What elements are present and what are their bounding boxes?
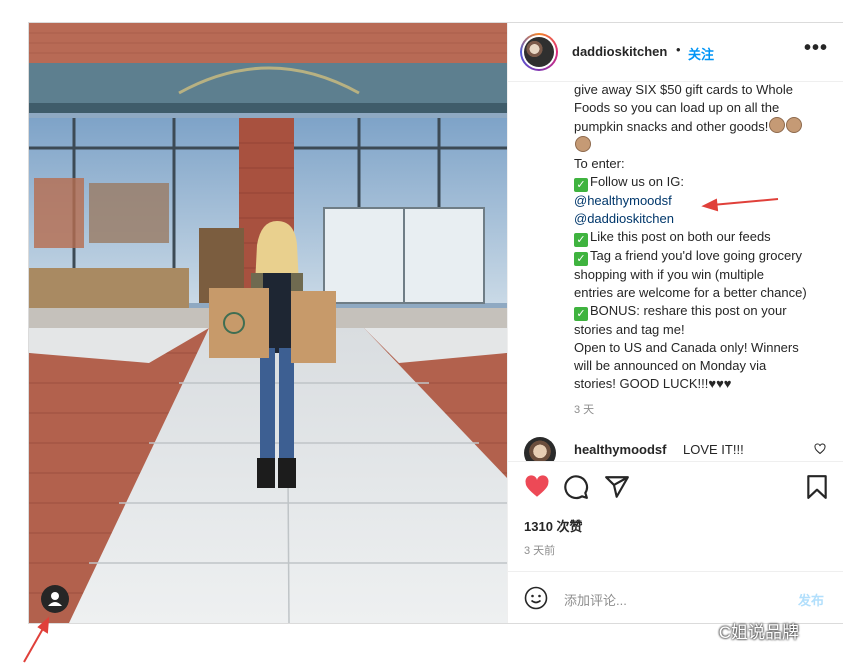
caption-line: shopping with if you win (multiple	[574, 267, 765, 282]
caption-line: ✓ Like this post on both our feeds	[574, 228, 836, 247]
check-mark-icon: ✓	[574, 252, 588, 266]
post-photo[interactable]	[29, 23, 507, 623]
instagram-post: daddioskitchen • 关注 ••• give away SIX $5…	[28, 22, 843, 624]
heart-icon[interactable]	[524, 474, 550, 500]
caption-line: will be announced on Monday via	[574, 358, 767, 373]
separator-dot: •	[676, 42, 681, 57]
post-username[interactable]: daddioskitchen	[572, 44, 667, 59]
comment-input[interactable]: 添加评论...	[564, 590, 627, 609]
follow-button[interactable]: 关注	[688, 44, 714, 63]
post-side-panel: daddioskitchen • 关注 ••• give away SIX $5…	[507, 23, 843, 623]
post-timestamp[interactable]: 3 天前	[524, 542, 555, 558]
comment-like-icon[interactable]	[814, 443, 826, 455]
caption-line: pumpkin snacks and other goods!	[574, 117, 836, 136]
caption-line: Foods so you can load up on all the	[574, 100, 780, 115]
mention-link[interactable]: @daddioskitchen	[574, 210, 836, 228]
caption-line	[574, 136, 836, 155]
more-options-icon[interactable]: •••	[804, 37, 828, 60]
watermark: C姐说品牌	[690, 618, 799, 643]
caption-timestamp: 3 天	[574, 404, 595, 416]
caption-line: give away SIX $50 gift cards to Whole	[574, 82, 793, 97]
check-mark-icon: ✓	[574, 233, 588, 247]
caption-line: ✓ BONUS: reshare this post on your	[574, 302, 836, 321]
clap-emoji-icon	[769, 117, 786, 133]
caption-line: stories and tag me!	[574, 322, 685, 337]
comment-bar: 添加评论... 发布	[508, 571, 843, 624]
share-icon[interactable]	[604, 474, 630, 500]
avatar[interactable]	[520, 33, 558, 71]
storefront-photo	[29, 23, 507, 623]
comment-icon[interactable]	[563, 474, 589, 500]
caption-line: entries are welcome for a better chance)	[574, 285, 807, 300]
mention-link[interactable]: @healthymoodsf	[574, 192, 836, 210]
caption-line: To enter:	[574, 156, 625, 171]
caption-line: Open to US and Canada only! Winners	[574, 340, 799, 355]
post-comment-button[interactable]: 发布	[798, 590, 824, 609]
watermark-text: C姐说品牌	[718, 623, 800, 642]
save-icon[interactable]	[804, 474, 830, 500]
caption-line: ✓ Tag a friend you'd love going grocery	[574, 247, 836, 266]
caption-line: stories! GOOD LUCK!!!♥♥♥	[574, 376, 732, 391]
check-mark-icon: ✓	[574, 307, 588, 321]
comment-text: LOVE IT!!!	[683, 442, 744, 457]
clap-emoji-icon	[786, 117, 803, 133]
caption-line: ✓ Follow us on IG:	[574, 173, 836, 192]
comment-username[interactable]: healthymoodsf	[574, 442, 666, 457]
like-count[interactable]: 1310 次赞	[524, 516, 583, 535]
check-mark-icon: ✓	[574, 178, 588, 192]
wechat-icon	[690, 624, 713, 640]
clap-emoji-icon	[575, 136, 591, 152]
tagged-user-icon[interactable]	[41, 585, 69, 613]
emoji-icon[interactable]	[524, 586, 548, 610]
caption: give away SIX $50 gift cards to Whole Fo…	[574, 81, 836, 411]
post-header: daddioskitchen • 关注 •••	[508, 23, 843, 82]
